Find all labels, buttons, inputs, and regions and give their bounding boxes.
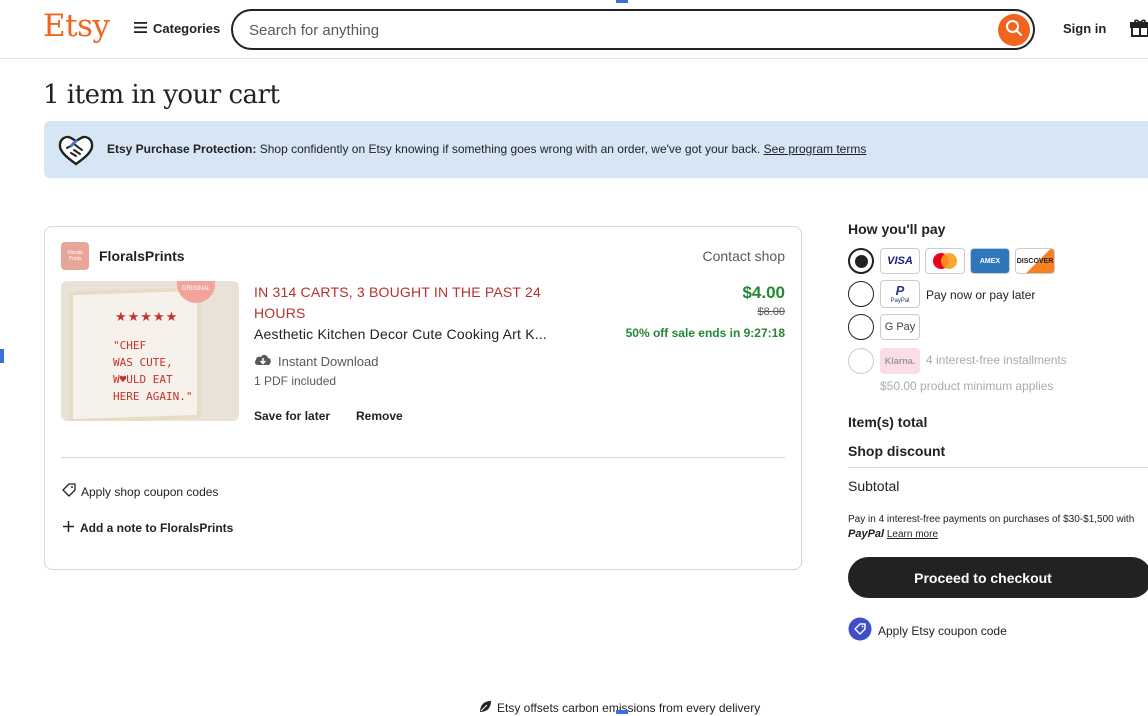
google-pay-icon: G Pay xyxy=(880,314,920,340)
paypal-note-text: Pay in 4 interest-free payments on purch… xyxy=(848,514,1135,525)
save-for-later-button[interactable]: Save for later xyxy=(254,409,330,423)
apply-shop-coupon-button[interactable]: Apply shop coupon codes xyxy=(62,483,218,500)
shop-discount-label: Shop discount xyxy=(848,443,946,459)
item-title-link[interactable]: Aesthetic Kitchen Decor Cute Cooking Art… xyxy=(254,326,547,342)
categories-label: Categories xyxy=(153,21,221,36)
paypal-logo-text: PayPal xyxy=(890,298,910,304)
handshake-icon xyxy=(57,131,95,172)
carbon-offset-text: Etsy offsets carbon emissions from every… xyxy=(497,701,761,715)
sale-countdown: 50% off sale ends in 9:27:18 xyxy=(625,326,785,340)
tag-icon xyxy=(62,483,76,500)
payment-heading: How you'll pay xyxy=(848,221,946,237)
protection-bold: Etsy Purchase Protection: xyxy=(107,142,257,156)
apply-etsy-coupon-button[interactable]: Apply Etsy coupon code xyxy=(848,617,1007,644)
radio-paypal[interactable] xyxy=(848,281,874,307)
shop-name-link[interactable]: FloralsPrints xyxy=(99,248,185,264)
card-divider xyxy=(61,457,785,458)
categories-button[interactable]: Categories xyxy=(134,21,220,36)
radio-google-pay[interactable] xyxy=(848,314,874,340)
proceed-to-checkout-button[interactable]: Proceed to checkout xyxy=(848,557,1148,598)
contact-shop-link[interactable]: Contact shop xyxy=(703,248,786,264)
visa-icon: VISA xyxy=(880,248,920,274)
discover-icon: DISCOVER xyxy=(1015,248,1055,274)
print-stars: ★★★★★ xyxy=(115,309,179,324)
paypal-note-brand: PayPal xyxy=(848,528,885,540)
cloud-download-icon xyxy=(254,353,272,370)
paypal-p-glyph: P xyxy=(895,283,905,298)
klarna-minimum: $50.00 product minimum applies xyxy=(880,379,1054,393)
paypal-installment-note: Pay in 4 interest-free payments on purch… xyxy=(848,513,1138,542)
protection-text: Etsy Purchase Protection: Shop confident… xyxy=(107,142,866,156)
cursor-marker-bottom xyxy=(616,710,628,714)
klarna-icon: Klarna. xyxy=(880,348,920,374)
delivery-text: Instant Download xyxy=(278,354,379,369)
print-quote: "CHEF WAS CUTE, W♥ULD EAT HERE AGAIN." xyxy=(113,339,193,403)
learn-more-link[interactable]: Learn more xyxy=(887,529,938,540)
remove-button[interactable]: Remove xyxy=(356,409,403,423)
plus-icon xyxy=(62,520,75,536)
delivery-info: Instant Download xyxy=(254,353,378,370)
cursor-marker-top xyxy=(616,0,628,3)
apply-etsy-coupon-label: Apply Etsy coupon code xyxy=(878,623,1007,638)
add-note-label: Add a note to FloralsPrints xyxy=(80,521,234,535)
menu-icon xyxy=(134,21,147,36)
add-note-button[interactable]: Add a note to FloralsPrints xyxy=(62,520,233,536)
radio-card[interactable] xyxy=(848,248,874,274)
protection-body: Shop confidently on Etsy knowing if some… xyxy=(256,142,764,156)
paypal-icon: P PayPal xyxy=(880,280,920,308)
shop-avatar[interactable]: Florals Prints xyxy=(61,242,89,270)
items-total-label: Item(s) total xyxy=(848,414,928,430)
summary-divider xyxy=(848,467,1148,468)
klarna-label: 4 interest-free installments xyxy=(926,353,1067,367)
original-price: $8.00 xyxy=(757,306,785,318)
radio-klarna[interactable] xyxy=(848,348,874,374)
subtotal-label: Subtotal xyxy=(848,478,900,494)
item-thumbnail[interactable]: ★★★★★ "CHEF WAS CUTE, W♥ULD EAT HERE AGA… xyxy=(61,281,239,421)
apply-shop-coupon-label: Apply shop coupon codes xyxy=(81,484,219,499)
item-price: $4.00 xyxy=(742,283,785,302)
paypal-label: Pay now or pay later xyxy=(926,288,1036,302)
mastercard-icon xyxy=(925,248,965,274)
etsy-logo[interactable]: Etsy xyxy=(43,8,110,44)
page-title: 1 item in your cart xyxy=(43,80,280,110)
demand-label: IN 314 CARTS, 3 BOUGHT IN THE PAST 24 HO… xyxy=(254,284,541,321)
payment-summary-panel: How you'll pay VISA AMEX DISCOVER P PayP… xyxy=(848,0,1148,714)
cursor-marker-left xyxy=(0,349,4,363)
cart-shop-card: Florals Prints FloralsPrints Contact sho… xyxy=(44,226,802,570)
included-text: 1 PDF included xyxy=(254,374,337,388)
amex-icon: AMEX xyxy=(970,248,1010,274)
search-input[interactable] xyxy=(249,19,949,41)
coupon-icon xyxy=(848,617,872,644)
